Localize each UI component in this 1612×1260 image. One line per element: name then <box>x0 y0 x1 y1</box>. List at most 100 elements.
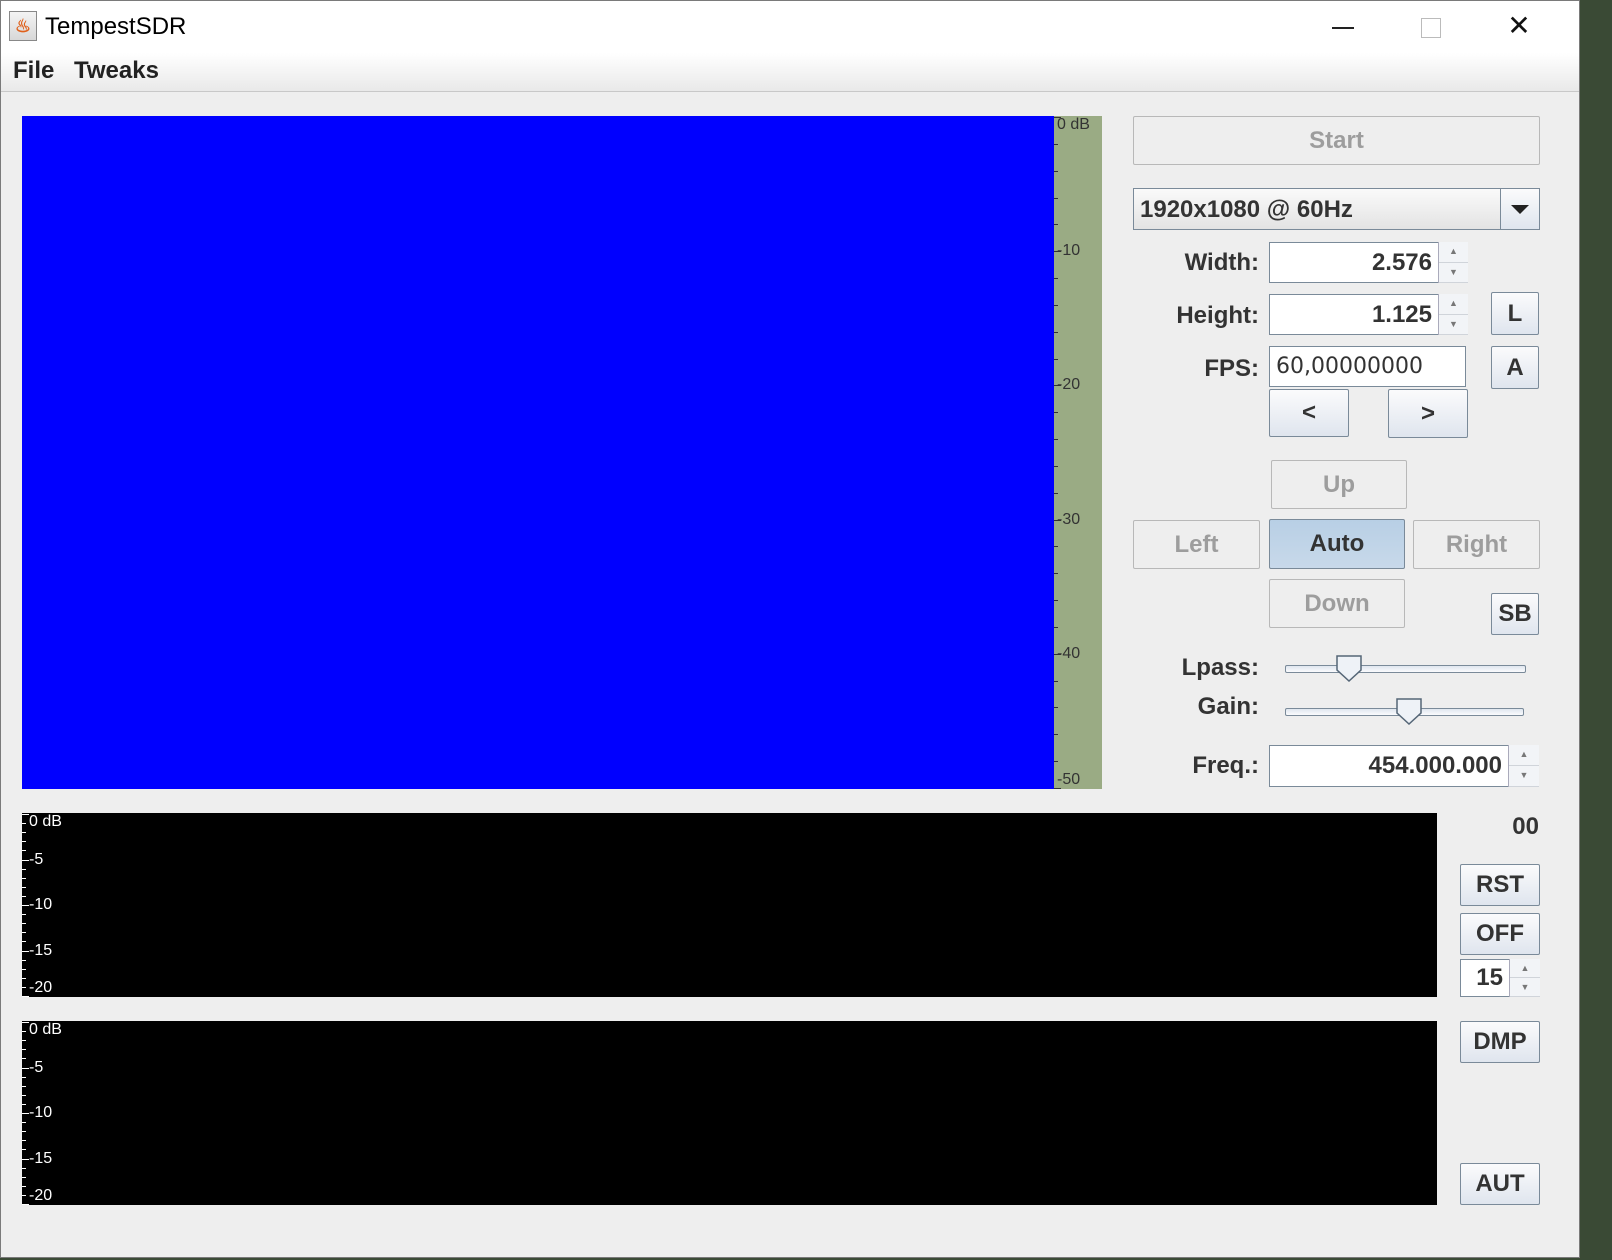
spectrum-plot-top[interactable]: 0 dB -5 -10 -15 -20 <box>22 813 1437 997</box>
scale-tick <box>22 1159 29 1160</box>
scale-tick <box>22 850 26 851</box>
spinner-down-icon[interactable]: ▼ <box>1509 766 1539 787</box>
spinner-down-icon[interactable]: ▼ <box>1439 263 1468 283</box>
scale-label: -10 <box>1057 242 1081 259</box>
scale-tick <box>22 1031 26 1032</box>
right-button[interactable]: Right <box>1413 520 1540 569</box>
scale-tick <box>22 869 26 870</box>
frames-spinner[interactable]: ▲ ▼ <box>1509 959 1540 997</box>
maximize-icon <box>1421 17 1441 38</box>
width-label: Width: <box>1184 249 1259 276</box>
scale-tick <box>1054 493 1058 494</box>
scale-tick <box>22 1113 29 1114</box>
maximize-button[interactable] <box>1387 1 1475 51</box>
aut-button[interactable]: AUT <box>1460 1163 1540 1205</box>
scale-tick <box>22 978 26 979</box>
scale-tick <box>1054 332 1058 333</box>
start-button[interactable]: Start <box>1133 116 1540 165</box>
dmp-button[interactable]: DMP <box>1460 1021 1540 1063</box>
scale-tick <box>1054 305 1058 306</box>
prev-button[interactable]: < <box>1269 389 1349 437</box>
scale-tick <box>22 914 26 915</box>
scale-tick <box>22 1049 26 1050</box>
scale-tick <box>22 1168 26 1169</box>
scale-tick <box>1054 681 1058 682</box>
scale-label: -15 <box>29 942 53 959</box>
minimize-button[interactable] <box>1299 1 1387 51</box>
scale-tick <box>22 932 26 933</box>
scale-tick <box>22 1195 26 1196</box>
scale-tick <box>1054 627 1058 628</box>
scale-tick <box>22 1149 26 1150</box>
fps-field[interactable]: 60,00000000 <box>1269 346 1466 387</box>
scale-label: -30 <box>1057 511 1081 528</box>
scale-tick <box>1054 439 1058 440</box>
frames-field[interactable]: 15 <box>1460 959 1510 997</box>
scale-label: -20 <box>29 979 53 996</box>
resolution-select[interactable]: 1920x1080 @ 60Hz <box>1133 188 1540 230</box>
scale-tick <box>1054 412 1058 413</box>
spinner-down-icon[interactable]: ▼ <box>1510 978 1540 997</box>
scale-tick <box>22 1095 26 1096</box>
l-button[interactable]: L <box>1491 292 1539 335</box>
rst-button[interactable]: RST <box>1460 864 1540 906</box>
gain-slider-thumb[interactable] <box>1395 697 1423 725</box>
scale-label: -10 <box>29 1104 53 1121</box>
spinner-down-icon[interactable]: ▼ <box>1439 315 1468 335</box>
width-field[interactable]: 2.576 <box>1269 242 1439 283</box>
scale-tick <box>1054 734 1058 735</box>
scale-tick <box>22 1177 26 1178</box>
menu-tweaks[interactable]: Tweaks <box>74 57 159 85</box>
lpass-slider[interactable] <box>1285 655 1526 682</box>
chevron-down-icon[interactable] <box>1500 189 1539 229</box>
title-bar[interactable]: ♨ TempestSDR ✕ <box>1 1 1579 53</box>
auto-button[interactable]: Auto <box>1269 519 1405 569</box>
frequency-field[interactable]: 454.000.000 <box>1269 745 1509 787</box>
scale-tick <box>22 1131 26 1132</box>
spinner-up-icon[interactable]: ▲ <box>1439 294 1468 315</box>
spectrum-plot-bottom[interactable]: 0 dB -5 -10 -15 -20 <box>22 1021 1437 1205</box>
a-button[interactable]: A <box>1491 346 1539 389</box>
menu-bar: File Tweaks <box>1 53 1579 92</box>
minimize-icon <box>1332 26 1354 29</box>
scale-tick <box>1054 761 1058 762</box>
frequency-spinner[interactable]: ▲ ▼ <box>1508 745 1539 787</box>
scale-label: -50 <box>1057 771 1081 788</box>
gain-label: Gain: <box>1197 693 1259 720</box>
spinner-up-icon[interactable]: ▲ <box>1510 959 1540 978</box>
spinner-up-icon[interactable]: ▲ <box>1439 242 1468 263</box>
close-button[interactable]: ✕ <box>1475 1 1563 51</box>
up-button[interactable]: Up <box>1271 460 1407 509</box>
down-button[interactable]: Down <box>1269 579 1405 628</box>
height-field[interactable]: 1.125 <box>1269 294 1439 335</box>
scale-tick <box>22 887 26 888</box>
spinner-up-icon[interactable]: ▲ <box>1509 745 1539 766</box>
scale-tick <box>22 1122 26 1123</box>
scale-label: -20 <box>29 1187 53 1204</box>
left-button[interactable]: Left <box>1133 520 1260 569</box>
width-spinner[interactable]: ▲ ▼ <box>1438 242 1468 283</box>
scale-tick <box>1054 224 1058 225</box>
frame-counter: 00 <box>1512 813 1539 840</box>
scale-tick <box>22 832 26 833</box>
scale-tick <box>22 1022 29 1023</box>
scale-tick <box>1054 144 1058 145</box>
off-button[interactable]: OFF <box>1460 913 1540 955</box>
scale-tick <box>1054 359 1058 360</box>
scale-tick <box>22 1186 26 1187</box>
next-button[interactable]: > <box>1388 389 1468 438</box>
video-display[interactable] <box>22 116 1054 789</box>
scale-tick <box>22 1068 29 1069</box>
lpass-slider-thumb[interactable] <box>1335 654 1363 682</box>
scale-tick <box>22 860 29 861</box>
scale-label: -5 <box>29 1059 44 1076</box>
lpass-label: Lpass: <box>1181 654 1259 681</box>
height-spinner[interactable]: ▲ ▼ <box>1438 294 1468 335</box>
scale-tick <box>22 987 26 988</box>
scale-tick <box>22 1086 26 1087</box>
scale-tick <box>22 996 29 997</box>
menu-file[interactable]: File <box>13 57 54 85</box>
sb-button[interactable]: SB <box>1491 593 1539 635</box>
scale-label: -20 <box>1057 376 1081 393</box>
gain-slider[interactable] <box>1285 698 1524 725</box>
